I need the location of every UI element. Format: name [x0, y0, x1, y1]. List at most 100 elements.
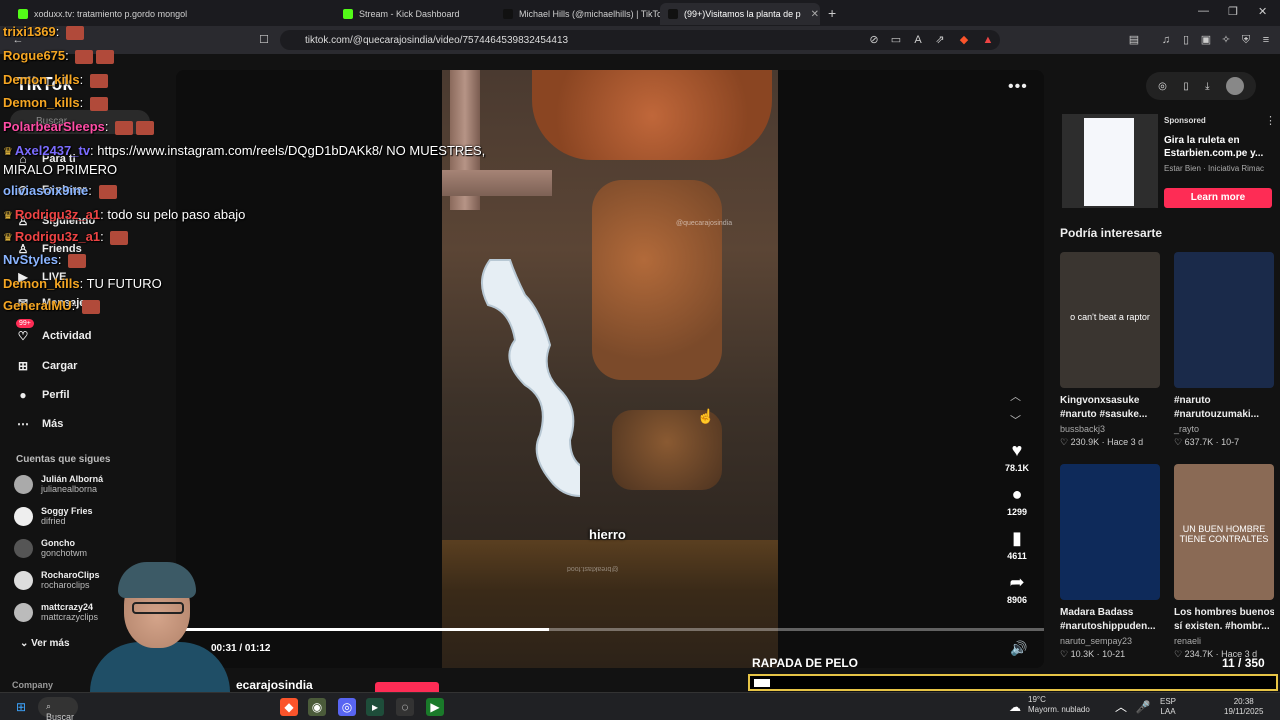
chat-text: TU FUTURO: [86, 276, 162, 291]
weather-widget[interactable]: 19°C Mayorm. nublado: [1028, 695, 1090, 715]
video-stats: ♡ 230.9K · Hace 3 d: [1060, 437, 1160, 448]
new-tab-button[interactable]: +: [828, 5, 836, 21]
chat-separator: :: [104, 119, 113, 134]
chat-emote-icon: [136, 120, 155, 135]
coin-icon[interactable]: ◎: [1158, 81, 1167, 92]
following-account[interactable]: Soggy Fries difried: [14, 506, 93, 526]
discord-taskbar-icon[interactable]: ◎: [338, 698, 356, 716]
app-taskbar-icon[interactable]: ◉: [308, 698, 326, 716]
browser-tab[interactable]: (99+)Visitamos la planta de p ✕: [660, 3, 820, 25]
weather-icon[interactable]: ☁: [1006, 698, 1024, 716]
video-progress-bar[interactable]: [176, 628, 1044, 631]
learn-more-button[interactable]: Learn more: [1164, 188, 1272, 208]
sidebar-toggle-icon[interactable]: ▤: [1128, 34, 1140, 46]
close-window-button[interactable]: ✕: [1258, 5, 1267, 18]
ad-title[interactable]: Gira la ruleta en Estarbien.com.pe y...: [1164, 134, 1264, 160]
brave-taskbar-icon[interactable]: ◆: [280, 698, 298, 716]
heart-action[interactable]: ♥ 78.1K: [1000, 440, 1034, 473]
separator: ·: [1094, 649, 1103, 659]
ad-thumbnail[interactable]: [1062, 114, 1158, 208]
chat-emote-icon: [81, 299, 100, 314]
screen-icon[interactable]: ▭: [890, 34, 902, 46]
account-handle: gonchotwm: [41, 548, 88, 558]
chat-emote-icon: [98, 184, 117, 199]
sidebar-item-label: Perfil: [42, 389, 70, 401]
chat-message: Demon_kills: TU FUTURO: [3, 276, 162, 292]
volume-icon[interactable]: 🔊: [1010, 640, 1027, 657]
windows-taskbar: ⊞ ⌕ Buscar ◆ ◉ ◎ ▸ ◌ ▶ ☁ 19°C Mayorm. nu…: [0, 692, 1280, 720]
next-video-icon[interactable]: ﹀: [1010, 412, 1021, 428]
taskbar-search[interactable]: ⌕ Buscar: [38, 697, 78, 720]
vpn-icon[interactable]: ⛨: [1240, 34, 1252, 46]
chat-emote-icon: [75, 49, 94, 64]
video-thumbnail[interactable]: [1060, 464, 1160, 600]
chat-emote-icon: [115, 120, 134, 135]
like-count: 230.9K: [1070, 437, 1100, 447]
video-thumbnail[interactable]: UN BUEN HOMBRE TIENE CONTRALTES: [1174, 464, 1274, 600]
see-more-button[interactable]: ⌄ Ver más: [20, 638, 70, 649]
user-avatar[interactable]: [1225, 77, 1244, 95]
obs-taskbar-icon[interactable]: ◌: [396, 698, 414, 716]
video-author: naruto_sempay23: [1060, 636, 1133, 646]
tray-arrow-icon[interactable]: ︿: [1112, 698, 1130, 716]
ad-menu-icon[interactable]: ⋮: [1265, 114, 1276, 127]
chat-username: oliviasoix9ine: [3, 183, 89, 198]
company-link[interactable]: Company: [12, 680, 53, 690]
kick-taskbar-icon[interactable]: ▶: [426, 698, 444, 716]
video-title-line2: #narutoshippuden...: [1060, 621, 1156, 632]
action-count: 4611: [1007, 551, 1027, 561]
separator: ·: [1099, 437, 1108, 447]
chat-separator: :: [88, 183, 96, 198]
leo-icon[interactable]: ✧: [1220, 34, 1232, 46]
heart-icon: ♡: [1174, 649, 1185, 659]
sidebar-item-label: Más: [42, 418, 64, 430]
sidebar-item-perfil[interactable]: ● Perfil: [16, 388, 70, 402]
avatar: [14, 474, 33, 494]
sidebar-item-actividad[interactable]: ♡ Actividad: [16, 329, 92, 343]
music-icon[interactable]: ♫: [1160, 34, 1172, 46]
minimize-button[interactable]: —: [1198, 5, 1209, 17]
download-icon[interactable]: ⤓: [1205, 81, 1209, 92]
maximize-button[interactable]: ❐: [1228, 5, 1238, 18]
windows-start-icon[interactable]: ⊞: [12, 698, 30, 716]
comment-action[interactable]: ● 1299: [1000, 484, 1034, 517]
sidebar-item-cargar[interactable]: ⊞ Cargar: [16, 359, 78, 373]
video-thumbnail[interactable]: o can't beat a raptor: [1060, 252, 1160, 388]
previous-video-icon[interactable]: ︿: [1010, 388, 1021, 404]
following-account[interactable]: Goncho gonchotwm: [14, 538, 87, 558]
terminal-taskbar-icon[interactable]: ▸: [366, 698, 384, 716]
chat-separator: :: [65, 48, 73, 63]
video-author[interactable]: ecarajosindia: [236, 678, 313, 692]
panel-icon[interactable]: ▯: [1180, 34, 1192, 46]
recommended-video[interactable]: Madara Badass #narutoshippuden... naruto_s…: [1060, 464, 1160, 660]
sidebar-item-más[interactable]: ⋯ Más: [16, 417, 63, 431]
wallet-icon[interactable]: ▣: [1200, 34, 1212, 46]
mic-icon[interactable]: 🎤: [1134, 698, 1152, 716]
bookmark-action[interactable]: ▮ 4611: [1000, 528, 1034, 561]
clock[interactable]: 20:38 19/11/2025: [1224, 697, 1263, 717]
video-author: bussbackj3: [1060, 424, 1106, 434]
recommended-video[interactable]: UN BUEN HOMBRE TIENE CONTRALTES Los hombr…: [1174, 464, 1274, 660]
close-tab-icon[interactable]: ✕: [811, 9, 819, 20]
recommended-video[interactable]: #naruto #narutouzumaki... _rayto ♡ 637.7K ·…: [1174, 252, 1274, 448]
video-thumbnail[interactable]: [1174, 252, 1274, 388]
device-icon[interactable]: ▯: [1183, 81, 1189, 92]
translate-icon[interactable]: A: [912, 34, 924, 46]
language-indicator[interactable]: ESP LAA: [1160, 697, 1176, 717]
account-name: Soggy Fries: [41, 506, 93, 516]
reader-icon[interactable]: ⊘: [868, 34, 880, 46]
thumbnail-text: o can't beat a raptor: [1070, 312, 1150, 322]
rewards-icon[interactable]: ▲: [982, 34, 994, 46]
chat-username: Rogue675: [3, 48, 66, 63]
recommended-video[interactable]: o can't beat a raptor Kingvonxsasuke #naru…: [1060, 252, 1160, 448]
brave-shield-icon[interactable]: ◆: [958, 34, 970, 46]
chat-message: Rogue675:: [3, 48, 115, 64]
share-action[interactable]: ➦ 8906: [1000, 572, 1034, 605]
separator: ·: [1213, 437, 1222, 447]
share-page-icon[interactable]: ⇗: [934, 34, 946, 46]
following-account[interactable]: Julián Alborná julianealborna: [14, 474, 103, 494]
follow-button[interactable]: [375, 682, 439, 692]
thumbnail-text: UN BUEN HOMBRE TIENE CONTRALTES: [1179, 524, 1269, 544]
menu-icon[interactable]: ≡: [1260, 34, 1272, 46]
more-options-icon[interactable]: •••: [1008, 78, 1028, 96]
